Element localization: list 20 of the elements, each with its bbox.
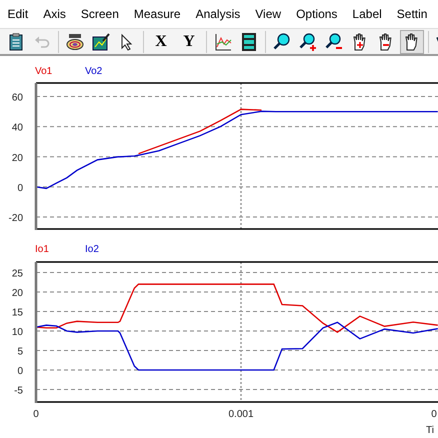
legend-label: Vo1 (35, 66, 52, 77)
axis-tick-label: 60 (12, 92, 23, 104)
axis-tick-label: 20 (12, 288, 23, 300)
axis-tick-label: 15 (12, 308, 23, 319)
axis-tick-label: 25 (12, 268, 23, 280)
axis-title: Ti (426, 425, 434, 436)
legend-label: Vo2 (85, 66, 102, 77)
axis-tick-label: 0 (33, 409, 39, 420)
legend-label: Io1 (35, 244, 49, 255)
axis-tick-label: -20 (8, 212, 23, 224)
axis-tick-label: 5 (17, 346, 23, 358)
axis-tick-label: -5 (14, 386, 23, 397)
axis-tick-label: 40 (12, 122, 23, 134)
axis-tick-label: 0 (17, 182, 23, 194)
axis-tick-label: 10 (12, 327, 23, 338)
axis-tick-label: 20 (12, 152, 23, 164)
axis-tick-label: 0 (431, 409, 437, 420)
legend-label: Io2 (85, 244, 99, 255)
axis-tick-label: 0.001 (228, 409, 254, 420)
axis-tick-label: 0 (17, 366, 23, 378)
